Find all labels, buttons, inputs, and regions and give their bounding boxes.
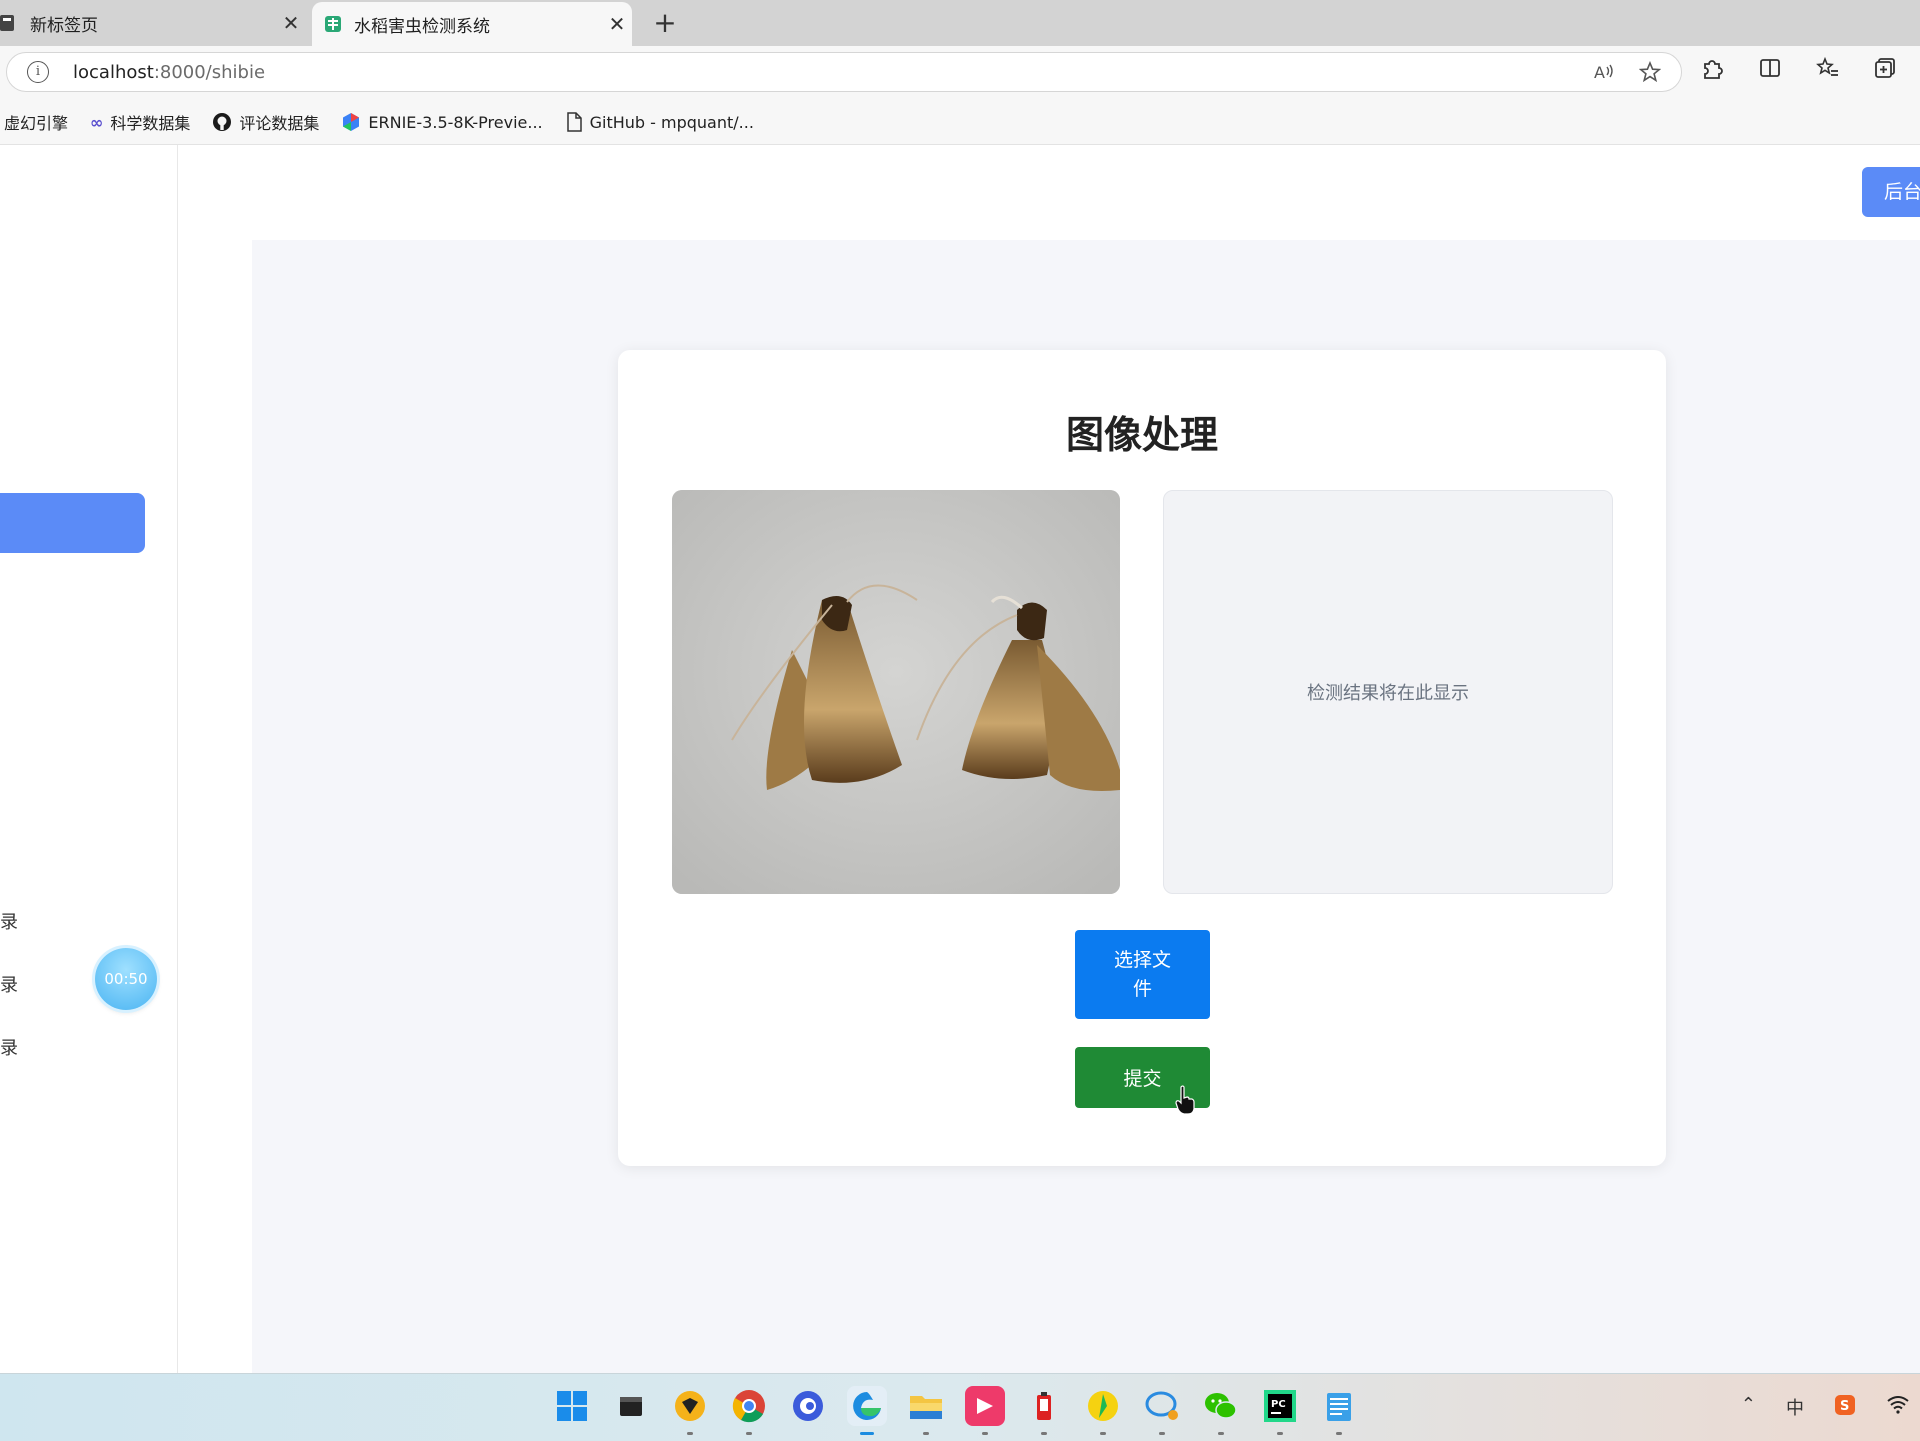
sidebar-item-active[interactable]: [0, 493, 145, 553]
wifi-icon[interactable]: [1886, 1394, 1910, 1414]
ernie-icon: [343, 113, 360, 131]
content-gutter: [178, 240, 252, 1373]
favorites-icon[interactable]: [1816, 56, 1840, 80]
running-indicator: [1218, 1432, 1224, 1435]
url-text[interactable]: localhost:8000/shibie: [73, 62, 265, 83]
bookmark-label: 科学数据集: [110, 114, 191, 133]
card-title: 图像处理: [1065, 413, 1218, 457]
timer-badge[interactable]: 00:50: [95, 948, 157, 1010]
url-field[interactable]: i localhost:8000/shibie A: [6, 52, 1682, 92]
tab-rice-pest-system[interactable]: 水稻害虫检测系统 ✕: [312, 2, 632, 46]
select-file-button[interactable]: 选择文件: [1075, 930, 1210, 1019]
result-placeholder: 检测结果将在此显示: [1307, 683, 1469, 704]
bookmark-github-mpquant[interactable]: GitHub - mpquant/...: [565, 112, 754, 132]
close-tab-icon[interactable]: ✕: [602, 12, 632, 36]
bookmarks-bar: 虚幻引擎 ∞ 科学数据集 评论数据集 ERNIE-3.5-8K-Previe..…: [0, 100, 1920, 145]
site-favicon-icon: [325, 16, 341, 32]
ime-indicator[interactable]: 中: [1786, 1394, 1804, 1420]
mouse-cursor-icon: [1175, 1085, 1195, 1115]
running-indicator: [687, 1432, 693, 1435]
close-tab-icon[interactable]: ✕: [276, 11, 306, 35]
split-screen-icon[interactable]: [1758, 56, 1782, 80]
windows-start-icon[interactable]: [552, 1386, 592, 1426]
new-tab-button[interactable]: +: [648, 6, 682, 40]
bookmark-science-datasets[interactable]: ∞ 科学数据集: [90, 110, 190, 134]
tab-title: 水稻害虫检测系统: [354, 16, 490, 37]
bookmark-label: 虚幻引擎: [4, 114, 69, 133]
svg-text:S: S: [1840, 1399, 1849, 1414]
new-tab-favicon-icon: [0, 15, 14, 31]
collections-icon[interactable]: [1874, 56, 1898, 80]
moth-photo: [672, 490, 1120, 894]
svg-text:PC: PC: [1271, 1399, 1286, 1410]
wechat-icon[interactable]: [1201, 1386, 1241, 1435]
bookmark-label: 评论数据集: [239, 114, 320, 133]
read-aloud-icon[interactable]: A: [1593, 61, 1615, 83]
running-indicator: [746, 1432, 752, 1435]
bookmark-unreal[interactable]: 虚幻引擎: [4, 110, 68, 134]
system-tray: ⌃ 中 S: [1741, 1394, 1910, 1420]
file-icon[interactable]: [611, 1386, 651, 1426]
edge-icon[interactable]: [847, 1386, 887, 1435]
bookmark-review-datasets[interactable]: 评论数据集: [212, 110, 319, 134]
pycharm-icon[interactable]: PC: [1260, 1386, 1300, 1435]
bookmark-label: GitHub - mpquant/...: [589, 112, 754, 132]
detection-result-panel: 检测结果将在此显示: [1163, 490, 1613, 894]
notepad-icon[interactable]: [1319, 1386, 1359, 1435]
sidebar-item-record-1[interactable]: 录: [0, 908, 18, 934]
github-icon: [213, 113, 232, 131]
bookmark-label: ERNIE-3.5-8K-Previe...: [368, 112, 543, 132]
sogou-ime-icon[interactable]: S: [1834, 1394, 1856, 1416]
running-indicator: [1100, 1432, 1106, 1435]
uploaded-image-preview: [672, 490, 1120, 894]
running-indicator: [1041, 1432, 1047, 1435]
extensions-icon[interactable]: [1700, 56, 1724, 80]
tab-title: 新标签页: [30, 15, 98, 36]
tab-new-tab[interactable]: 新标签页 ✕: [0, 0, 306, 46]
bookmark-ernie[interactable]: ERNIE-3.5-8K-Previe...: [341, 112, 543, 132]
document-icon: [566, 112, 582, 132]
favorite-star-icon[interactable]: [1639, 61, 1661, 83]
media-app-icon[interactable]: [965, 1386, 1005, 1435]
chat-app-icon[interactable]: [1142, 1386, 1182, 1435]
battery-app-icon[interactable]: [1024, 1386, 1064, 1435]
top-header: [178, 145, 1920, 240]
shield-app-icon[interactable]: [670, 1386, 710, 1435]
infinity-icon: ∞: [90, 112, 104, 132]
browser-blue-icon[interactable]: [788, 1386, 828, 1426]
sidebar-item-record-2[interactable]: 录: [0, 971, 18, 997]
address-bar: i localhost:8000/shibie A: [0, 46, 1920, 100]
running-indicator: [982, 1432, 988, 1435]
running-indicator: [1159, 1432, 1165, 1435]
running-indicator: [1277, 1432, 1283, 1435]
svg-text:A: A: [1594, 63, 1605, 82]
url-host: localhost: [73, 61, 154, 83]
image-processing-card: 图像处理 检测结果将在此显示 选择文件 提交: [618, 350, 1666, 1166]
running-indicator: [860, 1432, 874, 1435]
page-content: 录 录 录 00:50 后台 图像处理 检测结果将在此显示 选择文件 提交: [0, 145, 1920, 1373]
running-indicator: [923, 1432, 929, 1435]
taskbar: PC ⌃ 中 S: [0, 1373, 1920, 1441]
sidebar: 录 录 录 00:50: [0, 145, 178, 1373]
file-explorer-icon[interactable]: [906, 1386, 946, 1435]
tab-bar: 新标签页 ✕ 水稻害虫检测系统 ✕ +: [0, 0, 1920, 46]
music-app-icon[interactable]: [1083, 1386, 1123, 1435]
site-info-icon[interactable]: i: [27, 61, 49, 83]
admin-button[interactable]: 后台: [1862, 167, 1920, 217]
url-path: :8000/shibie: [153, 61, 266, 83]
chevron-up-icon[interactable]: ⌃: [1741, 1394, 1756, 1420]
sidebar-item-record-3[interactable]: 录: [0, 1034, 18, 1060]
chrome-icon[interactable]: [729, 1386, 769, 1435]
running-indicator: [1336, 1432, 1342, 1435]
